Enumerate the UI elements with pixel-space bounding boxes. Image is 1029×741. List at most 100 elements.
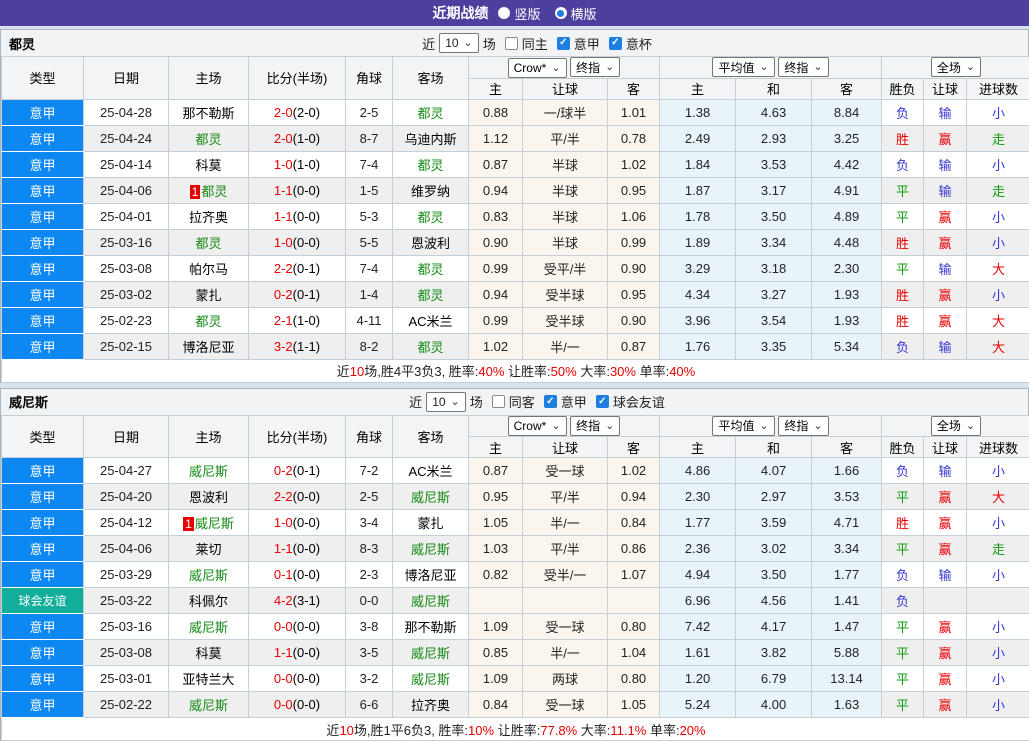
radio-icon[interactable] <box>498 7 510 19</box>
away-team-cell: 威尼斯 <box>393 484 469 510</box>
result-handicap-cell: 赢 <box>924 203 967 229</box>
away-team-name[interactable]: 那不勒斯 <box>404 620 456 635</box>
result-goals-cell: 走 <box>967 177 1029 203</box>
sub-header-home-odds: 主 <box>469 437 523 458</box>
avg-odds-time-select[interactable]: 终指⌄ <box>778 57 828 77</box>
result-goals-cell: 小 <box>967 203 1029 229</box>
serie-a-checkbox[interactable]: ✓ <box>544 395 557 408</box>
bookmaker-select[interactable]: Crow*⌄ <box>508 416 567 436</box>
fulltime-score: 2-2 <box>274 261 293 276</box>
col-header-date: 日期 <box>84 415 169 458</box>
average-value: 平均值 <box>718 59 754 76</box>
same-home-checkbox[interactable]: ✓ <box>505 37 518 50</box>
away-team-name[interactable]: 蒙扎 <box>417 516 443 531</box>
avg-odds-time-select[interactable]: 终指⌄ <box>778 416 828 436</box>
home-team-name[interactable]: 恩波利 <box>189 490 228 505</box>
avg-away-odds-cell: 5.34 <box>812 333 882 359</box>
scope-select[interactable]: 全场⌄ <box>931 416 981 436</box>
same-away-checkbox[interactable]: ✓ <box>492 395 505 408</box>
home-team-name[interactable]: 莱切 <box>195 542 221 557</box>
home-team-name[interactable]: 都灵 <box>195 132 221 147</box>
home-team-name[interactable]: 亚特兰大 <box>182 672 234 687</box>
match-count-select[interactable]: 10 ⌄ <box>426 392 466 412</box>
home-team-name[interactable]: 威尼斯 <box>189 620 228 635</box>
away-team-name[interactable]: 威尼斯 <box>411 672 450 687</box>
handicap-home-odds-cell: 0.99 <box>469 307 523 333</box>
home-team-name[interactable]: 科莫 <box>195 646 221 661</box>
away-team-name[interactable]: 都灵 <box>417 288 443 303</box>
result-goals-cell: 小 <box>967 692 1029 718</box>
match-type-cell: 意甲 <box>2 333 84 359</box>
home-team-name[interactable]: 帕尔马 <box>189 262 228 277</box>
away-team-name[interactable]: 博洛尼亚 <box>404 568 456 583</box>
home-team-name[interactable]: 博洛尼亚 <box>182 340 234 355</box>
result-handicap-cell: 赢 <box>924 614 967 640</box>
chevron-down-icon: ⌄ <box>551 422 560 430</box>
home-team-name[interactable]: 都灵 <box>195 236 221 251</box>
home-team-name[interactable]: 威尼斯 <box>189 464 228 479</box>
friendly-checkbox[interactable]: ✓ <box>596 395 609 408</box>
away-team-name[interactable]: 拉齐奥 <box>411 698 450 713</box>
halftime-score: (0-0) <box>293 671 320 686</box>
away-team-name[interactable]: 维罗纳 <box>411 184 450 199</box>
result-handicap-cell: 赢 <box>924 281 967 307</box>
home-team-name[interactable]: 蒙扎 <box>195 288 221 303</box>
home-team-name[interactable]: 那不勒斯 <box>182 106 234 121</box>
handicap-away-odds-cell: 0.86 <box>608 536 660 562</box>
bookmaker-select[interactable]: Crow*⌄ <box>508 58 567 78</box>
result-wdl-cell: 平 <box>882 536 924 562</box>
result-handicap-cell: 输 <box>924 333 967 359</box>
away-team-name[interactable]: 乌迪内斯 <box>404 132 456 147</box>
away-team-name[interactable]: 威尼斯 <box>411 646 450 661</box>
avg-draw-odds-cell: 3.53 <box>736 151 812 177</box>
home-team-cell: 威尼斯 <box>169 458 249 484</box>
handicap-away-odds-cell: 0.99 <box>608 229 660 255</box>
away-team-name[interactable]: 都灵 <box>417 262 443 277</box>
radio-vertical-label: 竖版 <box>514 4 540 23</box>
odds-time-select[interactable]: 终指⌄ <box>570 57 620 77</box>
home-team-cell: 莱切 <box>169 536 249 562</box>
home-team-name[interactable]: 科佩尔 <box>189 594 228 609</box>
away-team-name[interactable]: AC米兰 <box>408 464 452 479</box>
away-team-name[interactable]: 威尼斯 <box>411 490 450 505</box>
home-team-name[interactable]: 拉齐奥 <box>189 210 228 225</box>
radio-horizontal-layout[interactable]: 横版 <box>555 4 597 23</box>
away-team-name[interactable]: AC米兰 <box>408 314 452 329</box>
handicap-away-odds-cell: 0.80 <box>608 614 660 640</box>
serie-a-checkbox[interactable]: ✓ <box>557 37 570 50</box>
away-team-name[interactable]: 恩波利 <box>411 236 450 251</box>
score-cell: 1-0(1-0) <box>249 151 346 177</box>
radio-vertical-layout[interactable]: 竖版 <box>498 4 540 23</box>
away-team-name[interactable]: 都灵 <box>417 106 443 121</box>
away-team-name[interactable]: 都灵 <box>417 158 443 173</box>
scope-select[interactable]: 全场⌄ <box>931 57 981 77</box>
avg-home-odds-cell: 1.38 <box>660 99 736 125</box>
match-count-select[interactable]: 10 ⌄ <box>439 33 479 53</box>
away-team-name[interactable]: 都灵 <box>417 340 443 355</box>
average-select[interactable]: 平均值⌄ <box>712 57 774 77</box>
radio-icon[interactable] <box>555 7 567 19</box>
home-team-name[interactable]: 威尼斯 <box>189 698 228 713</box>
away-team-cell: 博洛尼亚 <box>393 562 469 588</box>
home-team-name[interactable]: 威尼斯 <box>195 516 234 531</box>
home-team-name[interactable]: 都灵 <box>201 184 227 199</box>
home-team-name[interactable]: 威尼斯 <box>189 568 228 583</box>
handicap-home-odds-cell: 0.87 <box>469 151 523 177</box>
home-team-name[interactable]: 都灵 <box>195 314 221 329</box>
away-team-name[interactable]: 威尼斯 <box>411 594 450 609</box>
sub-header-home-odds: 主 <box>469 78 523 99</box>
away-team-name[interactable]: 都灵 <box>417 210 443 225</box>
average-select[interactable]: 平均值⌄ <box>712 416 774 436</box>
score-cell: 0-0(0-0) <box>249 666 346 692</box>
home-team-name[interactable]: 科莫 <box>195 158 221 173</box>
away-team-name[interactable]: 威尼斯 <box>411 542 450 557</box>
result-handicap-cell: 输 <box>924 255 967 281</box>
handicap-group-header: Crow*⌄ 终指⌄ <box>469 57 660 79</box>
result-handicap-cell: 赢 <box>924 640 967 666</box>
red-card-badge: 1 <box>183 517 194 531</box>
coppa-italia-checkbox[interactable]: ✓ <box>609 37 622 50</box>
handicap-line-cell: 受一球 <box>523 458 608 484</box>
odds-time-select[interactable]: 终指⌄ <box>570 416 620 436</box>
corner-cell: 1-4 <box>346 281 393 307</box>
avg-away-odds-cell: 3.34 <box>812 536 882 562</box>
